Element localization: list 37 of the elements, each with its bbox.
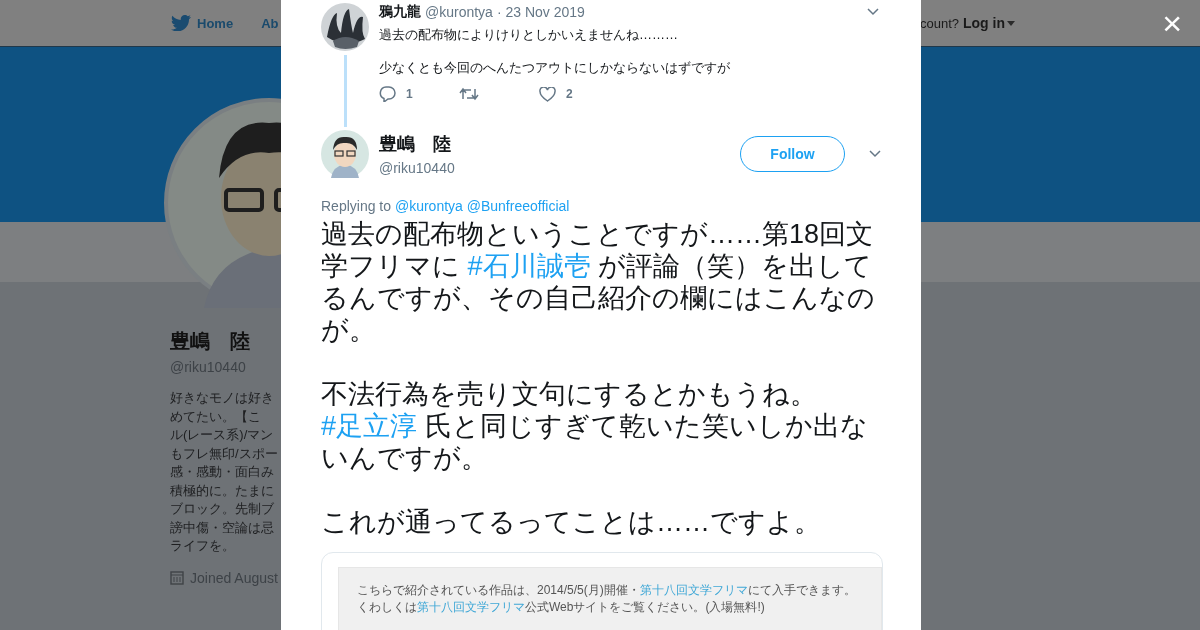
bio-text: めてたい。【こ — [170, 407, 261, 426]
tweet-text: 過去の配布物によりけりとしかいえませんね……… — [379, 26, 679, 44]
follow-button[interactable]: Follow — [740, 136, 845, 172]
login-link[interactable]: Log in — [963, 15, 1015, 31]
tweet-text: 少なくとも今回のへんたつアウトにしかならないはずですが — [379, 59, 731, 77]
notice-text: こちらで紹介されている作品は、2014/5/5(月)開催・第十八回文学フリマにて入手できます。 — [357, 582, 857, 599]
profile-name: 豊嶋 陸 — [170, 329, 250, 354]
event-link[interactable]: 第十八回文学フリマ — [639, 583, 748, 597]
bio-text: 好きなモノは好き — [170, 389, 274, 407]
nav-link[interactable]: Home — [171, 15, 234, 31]
bio-text: 謗中傷・空論は忌 — [170, 518, 274, 537]
user-handle: @kurontya — [425, 4, 493, 20]
bio-text: もフレ無印/スポー — [170, 444, 278, 463]
bio-text: ル(レース系)/マン — [170, 426, 274, 444]
close-button[interactable]: × — [1162, 6, 1182, 40]
nav-link[interactable]: Ab — [261, 15, 279, 31]
tweet-text: 過去の配布物ということですが……第18回文学フリマに #石川誠壱 が評論（笑）を出してるんですが、その自己紹介の欄にはこんなのが。 — [321, 218, 876, 346]
bio-text: 積極的に。たまに — [170, 481, 274, 500]
tweet-date[interactable]: · 23 Nov 2019 — [496, 4, 585, 20]
user-name[interactable]: 鴉九龍 — [379, 3, 421, 21]
mention-link[interactable]: @kurontya — [394, 198, 463, 214]
account-prompt: count? — [919, 15, 959, 31]
user-name[interactable]: 豊嶋 陸 — [379, 132, 730, 156]
tweet-text: 不法行為を売り文句にするとかもうね。 #足立淳 氏と同じすぎて乾いた笑いしか出ないんですが。 — [321, 378, 869, 474]
user-handle: @riku10440 — [379, 160, 456, 176]
reply-count: 1 — [406, 87, 413, 101]
event-link[interactable]: 第十八回文学フリマ — [417, 600, 525, 614]
hashtag-link[interactable]: #石川誠壱 — [467, 251, 591, 281]
bio-text: ライフを。 — [170, 537, 235, 555]
replying-label: Replying to — [321, 198, 392, 214]
mention-link[interactable]: @Bunfreeofficial — [466, 198, 570, 214]
notice-text: くわしくは第十八回文学フリマ公式Webサイトをご覧ください。(入場無料!) — [357, 599, 766, 616]
bio-text: 感・感動・面白み — [170, 463, 274, 481]
like-count: 2 — [566, 87, 573, 101]
bio-text: ブロック。先制ブ — [170, 500, 274, 518]
tweet-text: これが通ってるってことは……ですよ。 — [321, 506, 822, 538]
hashtag-link[interactable]: #足立淳 — [321, 411, 418, 441]
